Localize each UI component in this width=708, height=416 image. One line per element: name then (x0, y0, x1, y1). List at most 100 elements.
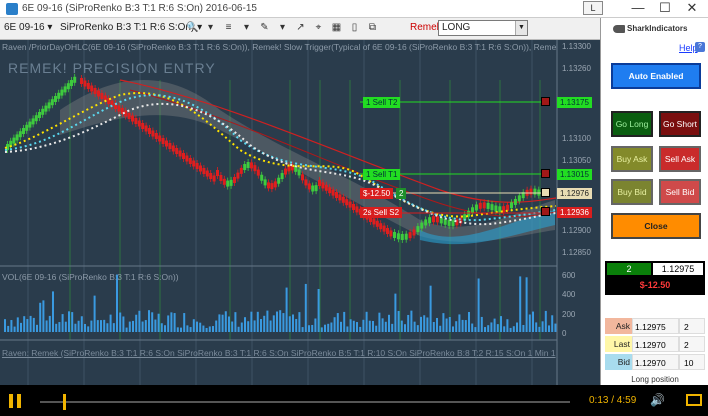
volume-bar (68, 311, 70, 332)
title-bar: 6E 09-16 (SiProRenko B:3 T:1 R:6 S:On) 2… (0, 0, 708, 18)
volume-bar (167, 315, 170, 332)
volume-bar (234, 312, 237, 332)
panel-icon[interactable]: ▯ (347, 21, 362, 35)
go-short-button[interactable]: Go Short (659, 111, 701, 137)
dropdown-icon[interactable]: ▾ (203, 21, 218, 35)
volume-bar (192, 319, 195, 332)
volume-bar (119, 312, 122, 332)
volume-bar (138, 310, 141, 332)
volume-bar (484, 327, 486, 332)
volume-bar (276, 311, 278, 332)
volume-bar (132, 320, 134, 332)
price-tick: 1.13050 (562, 156, 591, 165)
volume-bar (23, 316, 26, 332)
shark-fin-icon (613, 24, 625, 33)
close-position-button[interactable]: Close (611, 213, 701, 239)
volume-bar (458, 314, 461, 332)
bid-label: Bid (605, 354, 632, 370)
volume-bar (173, 313, 176, 332)
buy-ask-button[interactable]: Buy Ask (611, 146, 653, 172)
volume-bar (32, 317, 35, 332)
volume-bar (468, 312, 470, 332)
seek-bar[interactable] (40, 401, 570, 403)
volume-bar (151, 312, 154, 332)
volume-bar (106, 323, 109, 332)
volume-bar (436, 317, 438, 332)
volume-bar (314, 318, 317, 332)
volume-bar (311, 324, 314, 332)
volume-bar (487, 325, 490, 332)
stop-order-tag[interactable]: 2s Sell S2 (360, 207, 403, 218)
volume-bar (7, 325, 10, 332)
volume-bar (381, 318, 384, 332)
strategy-dropdown[interactable]: LONG ▼ (438, 20, 528, 36)
volume-bar (384, 321, 387, 332)
zoom-icon[interactable]: 🔍 (185, 21, 200, 35)
fullscreen-icon[interactable] (686, 394, 702, 406)
volume-tick: 0 (562, 329, 567, 338)
playback-time: 0:13 / 4:59 (589, 395, 637, 406)
volume-bar (135, 314, 138, 332)
price-tick: 1.12900 (562, 226, 591, 235)
sell-t1-order-tag[interactable]: 1 Sell T1 (363, 169, 401, 180)
sell-bid-button[interactable]: Sell Bid (659, 179, 701, 205)
cancel-order-icon[interactable] (541, 207, 550, 216)
sell-ask-button[interactable]: Sell Ask (659, 146, 701, 172)
volume-bar (58, 322, 61, 332)
buy-bid-button[interactable]: Buy Bid (611, 179, 653, 205)
volume-bar (535, 322, 538, 332)
sell-t2-order-tag[interactable]: 1 Sell T2 (363, 97, 401, 108)
volume-bar (269, 320, 272, 332)
cancel-order-icon[interactable] (541, 169, 550, 178)
volume-bar (148, 310, 150, 332)
volume-bar (500, 316, 502, 332)
pencil-draw-icon[interactable]: ✎ (257, 21, 272, 35)
dropdown-icon[interactable]: ▾ (275, 21, 290, 35)
volume-bar (365, 311, 368, 332)
seek-handle[interactable] (62, 394, 66, 410)
link-l-button[interactable]: L (583, 1, 603, 15)
close-window-button[interactable]: ✕ (672, 0, 708, 18)
volume-bar (144, 320, 147, 332)
volume-icon[interactable]: 🔊 (650, 393, 665, 407)
volume-bar (272, 315, 275, 332)
volume-bar (356, 322, 358, 332)
volume-bar (410, 310, 413, 332)
price-tick: 1.13260 (562, 64, 591, 73)
volume-bar (196, 321, 198, 332)
go-long-button[interactable]: Go Long (611, 111, 653, 137)
help-icon[interactable]: ? (695, 42, 705, 52)
volume-bar (320, 327, 323, 332)
volume-bar (96, 320, 99, 332)
brand-logo: SharkIndicators (613, 24, 687, 33)
volume-bar (244, 317, 246, 332)
volume-bar (404, 324, 406, 332)
chevron-down-icon[interactable]: ▼ (515, 21, 527, 35)
line-draw-icon[interactable]: ↗ (293, 21, 308, 35)
cancel-order-icon[interactable] (541, 97, 550, 106)
volume-bar (208, 326, 211, 332)
bid-size: 10 (679, 354, 705, 370)
volume-bar (285, 287, 288, 332)
auto-enabled-button[interactable]: Auto Enabled (611, 63, 701, 89)
instrument-selector[interactable]: 6E 09-16 ▾ (4, 22, 52, 33)
dropdown-icon[interactable]: ▾ (239, 21, 254, 35)
close-position-icon[interactable] (541, 188, 550, 197)
volume-bar (253, 320, 256, 332)
volume-bar (388, 314, 390, 332)
pause-icon[interactable] (9, 394, 22, 408)
chart-type-selector[interactable]: SiProRenko B:3 T:1 R:6 S:On) ▾ (60, 22, 202, 33)
window-icon[interactable]: ⧉ (365, 21, 380, 35)
properties-icon[interactable]: ▦ (329, 21, 344, 35)
volume-bar (359, 326, 362, 332)
volume-bar (522, 324, 525, 332)
volume-bar (180, 327, 182, 332)
volume-bar (474, 327, 477, 332)
volume-bar (103, 319, 106, 332)
volume-bar (52, 291, 54, 332)
volume-bar (544, 310, 547, 332)
crosshair-icon[interactable]: ⌖ (311, 21, 326, 35)
volume-bar (528, 314, 531, 332)
bar-style-icon[interactable]: ≡ (221, 21, 236, 35)
price-chart[interactable]: Raven /PriorDayOHLC(6E 09-16 (SiProRenko… (0, 40, 600, 385)
